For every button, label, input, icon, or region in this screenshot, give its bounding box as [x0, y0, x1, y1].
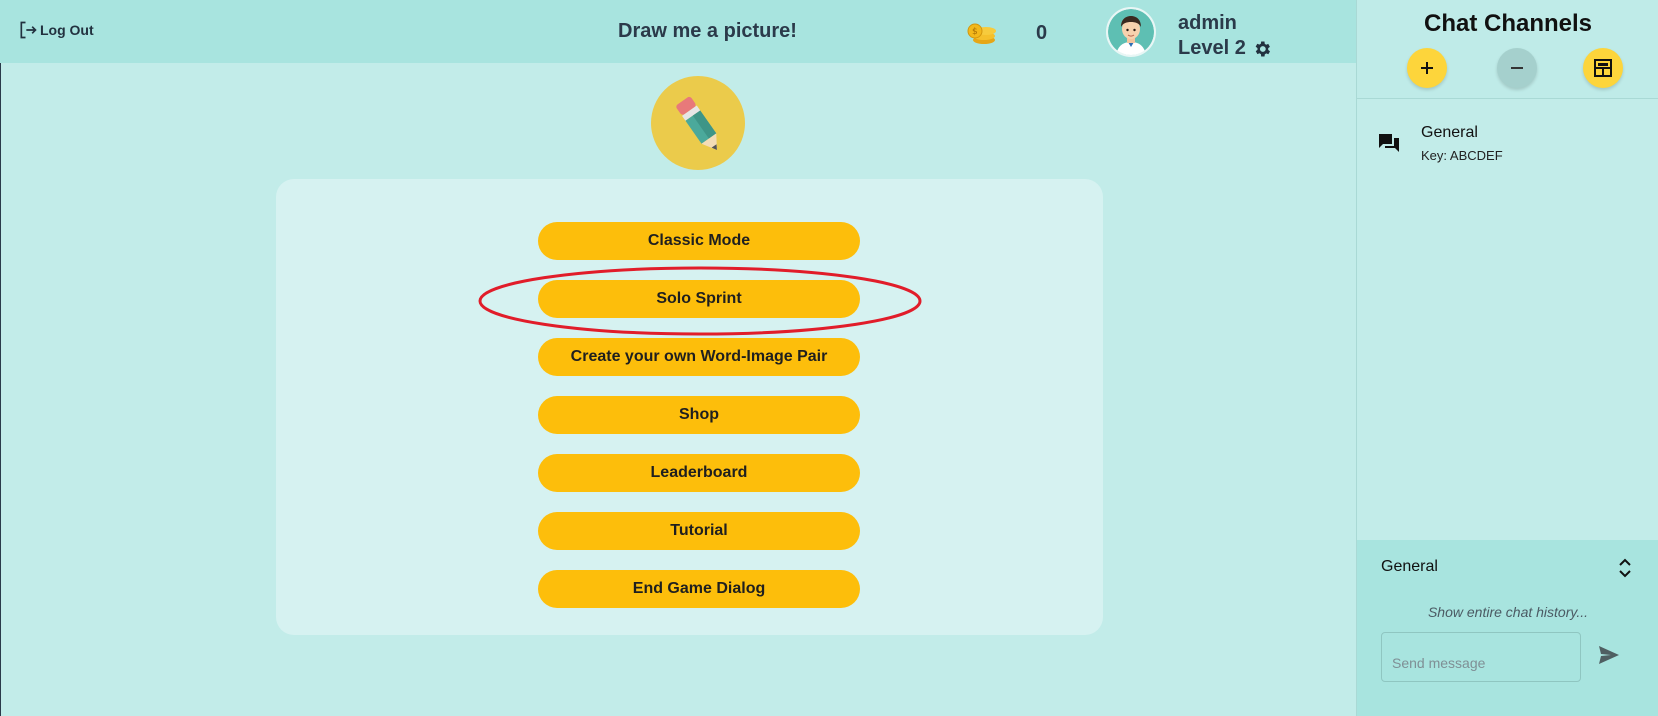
remove-channel-button[interactable]: [1497, 48, 1537, 88]
layout-icon: [1594, 59, 1612, 77]
chat-title: Chat Channels: [1423, 10, 1593, 37]
gear-icon[interactable]: [1252, 39, 1272, 59]
leaderboard-button[interactable]: Leaderboard: [538, 454, 860, 492]
avatar[interactable]: [1106, 7, 1156, 57]
chat-icon: [1379, 134, 1399, 152]
add-channel-button[interactable]: [1407, 48, 1447, 88]
highlight-annotation: [478, 266, 922, 336]
window-edge: [0, 0, 1, 716]
create-word-image-pair-button[interactable]: Create your own Word-Image Pair: [538, 338, 860, 376]
logout-icon: [20, 21, 37, 39]
classic-mode-button[interactable]: Classic Mode: [538, 222, 860, 260]
chevron-updown-icon[interactable]: [1615, 554, 1635, 582]
chat-box: General Show entire chat history...: [1357, 540, 1658, 716]
username: admin: [1178, 12, 1237, 34]
pencil-icon: [676, 96, 717, 151]
top-bar: Log Out Draw me a picture! $ 0 admin Lev…: [0, 0, 1356, 63]
channel-layout-button[interactable]: [1583, 48, 1623, 88]
user-level: Level 2: [1178, 37, 1272, 60]
coin-count: 0: [1036, 22, 1048, 44]
app-title: Draw me a picture!: [618, 20, 797, 42]
logout-button[interactable]: Log Out: [18, 20, 94, 40]
level-label: Level 2: [1178, 37, 1246, 59]
show-history-link[interactable]: Show entire chat history...: [1357, 604, 1658, 620]
channel-name: General: [1421, 124, 1478, 141]
coins-icon: $: [967, 23, 996, 44]
tutorial-button[interactable]: Tutorial: [538, 512, 860, 550]
end-game-dialog-button[interactable]: End Game Dialog: [538, 570, 860, 608]
send-icon[interactable]: [1597, 644, 1621, 666]
logout-label: Log Out: [40, 22, 94, 38]
channel-key: Key: ABCDEF: [1421, 148, 1503, 163]
shop-button[interactable]: Shop: [538, 396, 860, 434]
chat-panel: Chat Channels General Key: ABCDEF Genera…: [1356, 0, 1658, 716]
chat-header: Chat Channels: [1357, 0, 1658, 99]
chat-box-title: General: [1381, 558, 1438, 575]
message-input[interactable]: [1381, 632, 1581, 682]
minus-icon: [1511, 67, 1523, 69]
plus-icon: [1421, 62, 1433, 74]
svg-text:$: $: [972, 27, 978, 37]
app-logo: [651, 76, 745, 170]
channel-item-general[interactable]: General Key: ABCDEF: [1357, 112, 1658, 168]
